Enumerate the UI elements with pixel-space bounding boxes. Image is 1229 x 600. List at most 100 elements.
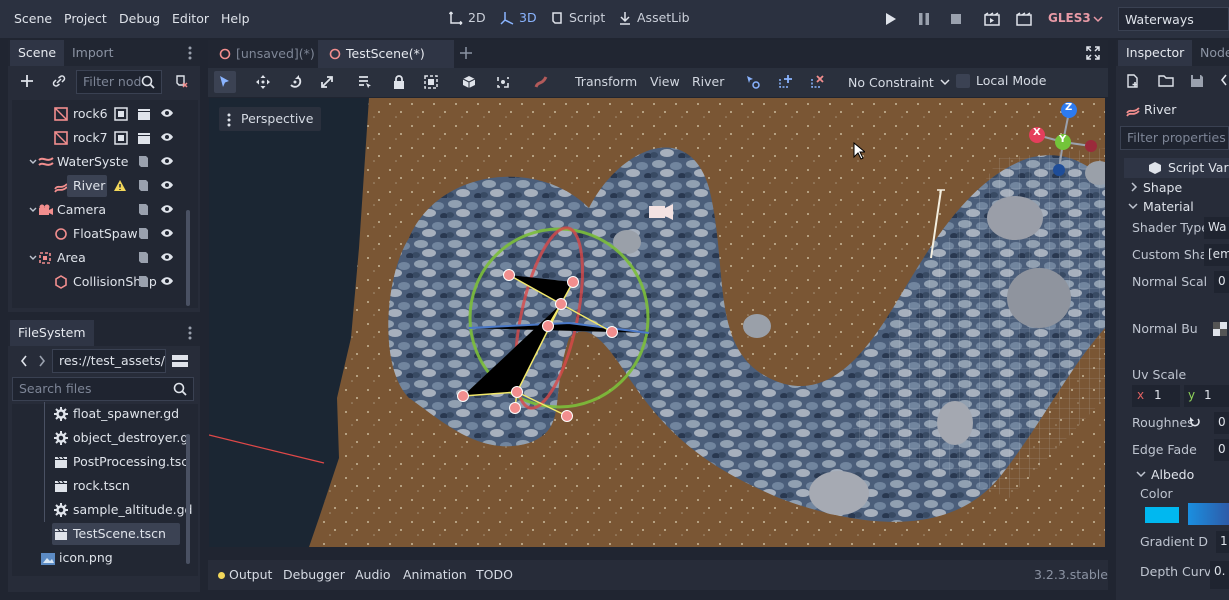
curve-point-handle[interactable] [457, 390, 469, 402]
stop-icon[interactable] [950, 12, 962, 26]
curve-point-handle[interactable] [567, 276, 579, 288]
curve-point-handle[interactable] [509, 402, 521, 414]
material-section[interactable]: Material [1143, 199, 1194, 214]
scene-node-collisionshap[interactable]: CollisionShap [12, 270, 184, 294]
script-icon[interactable] [137, 275, 149, 289]
curve-point-handle[interactable] [542, 320, 554, 332]
menu-project[interactable]: Project [64, 11, 107, 26]
rotate-mode-button[interactable] [284, 71, 306, 93]
visibility-eye-icon[interactable] [160, 204, 174, 214]
normal-scale-value[interactable]: 0 [1214, 271, 1229, 293]
chevron-left-icon[interactable] [1220, 74, 1228, 86]
group-button[interactable] [420, 71, 442, 93]
scene-node-river[interactable]: River [12, 174, 184, 198]
curve-point-handle[interactable] [503, 269, 515, 281]
scene-tree-scrollbar[interactable] [186, 210, 190, 306]
more-vertical-icon[interactable] [188, 326, 192, 340]
curve-point-handle[interactable] [561, 410, 573, 422]
add-tab-icon[interactable] [459, 46, 473, 60]
tab-todo[interactable]: TODO [476, 567, 513, 582]
back-icon[interactable] [20, 355, 28, 367]
play-custom-scene-icon[interactable] [1016, 12, 1032, 26]
reset-icon[interactable] [1189, 416, 1201, 428]
visibility-eye-icon[interactable] [160, 228, 174, 238]
local-mode-checkbox[interactable]: Local Mode [956, 73, 1046, 88]
workspace-2d-button[interactable]: 2D [449, 10, 486, 25]
save-icon[interactable] [1190, 74, 1204, 88]
file-item[interactable]: PostProcessing.tsc [12, 450, 188, 474]
workspace-script-button[interactable]: Script [550, 10, 605, 25]
visibility-eye-icon[interactable] [160, 156, 174, 166]
custom-shader-value[interactable]: [em [1204, 244, 1229, 266]
scene-node-rock6[interactable]: rock6 [12, 102, 184, 126]
workspace-3d-button[interactable]: 3D [500, 10, 537, 25]
scene-node-camera[interactable]: Camera [12, 198, 184, 222]
chevron-down-icon[interactable] [29, 159, 37, 165]
local-space-button[interactable] [458, 71, 480, 93]
visibility-eye-icon[interactable] [160, 132, 174, 142]
perspective-menu[interactable]: Perspective [219, 107, 322, 131]
attach-script-button[interactable] [170, 70, 192, 92]
snap-button[interactable] [492, 71, 514, 93]
menu-scene[interactable]: Scene [14, 11, 52, 26]
scene-tab-unsaved[interactable]: [unsaved](*) [208, 40, 325, 68]
roughness-value[interactable]: 0 [1214, 412, 1229, 434]
uv-scale-y-field[interactable]: y 1 [1184, 385, 1229, 407]
visibility-eye-icon[interactable] [160, 276, 174, 286]
lock-button[interactable] [388, 71, 410, 93]
shape-section[interactable]: Shape [1143, 180, 1182, 195]
renderer-label[interactable]: GLES3 [1048, 11, 1091, 25]
tab-filesystem[interactable]: FileSystem [10, 320, 94, 346]
new-resource-icon[interactable] [1126, 74, 1140, 88]
environment-field[interactable]: Waterways [1118, 7, 1229, 31]
add-point-button[interactable] [774, 71, 796, 93]
more-vertical-icon[interactable] [188, 46, 192, 60]
curve-point-handle[interactable] [555, 298, 567, 310]
editable-children-icon[interactable] [114, 107, 128, 121]
menu-debug[interactable]: Debug [119, 11, 160, 26]
list-view-icon[interactable] [172, 354, 188, 368]
scene-node-floatspaw[interactable]: FloatSpaw [12, 222, 184, 246]
move-mode-button[interactable] [252, 71, 274, 93]
tab-audio[interactable]: Audio [355, 567, 391, 582]
file-list-scrollbar[interactable] [186, 434, 190, 564]
menu-help[interactable]: Help [221, 11, 250, 26]
scale-mode-button[interactable] [316, 71, 338, 93]
path-field[interactable]: res://test_assets/ [52, 349, 166, 373]
search-files-input[interactable]: Search files [12, 377, 194, 401]
script-icon[interactable] [137, 251, 149, 265]
file-item[interactable]: rock.tscn [12, 474, 184, 498]
file-item[interactable]: float_spawner.gd [12, 402, 184, 426]
transform-menu[interactable]: Transform [575, 74, 637, 89]
albedo-color-swatch[interactable] [1145, 507, 1179, 523]
texture-checker-icon[interactable] [1213, 322, 1227, 336]
file-item[interactable]: object_destroyer.g [12, 426, 188, 450]
script-icon[interactable] [137, 179, 149, 193]
visibility-eye-icon[interactable] [160, 252, 174, 262]
river-tool-button[interactable] [530, 71, 552, 93]
river-menu[interactable]: River [692, 74, 724, 89]
scene-node-area[interactable]: Area [12, 246, 184, 270]
play-scene-icon[interactable] [984, 12, 1000, 26]
warning-icon[interactable] [113, 179, 127, 192]
forward-icon[interactable] [38, 355, 46, 367]
constraint-dropdown[interactable]: No Constraint [840, 70, 950, 94]
scene-node-rock7[interactable]: rock7 [12, 126, 184, 150]
gradient-depth-value[interactable]: 1 [1216, 531, 1229, 553]
script-variables-section[interactable]: Script Varia [1124, 158, 1229, 178]
albedo-gradient-swatch[interactable] [1188, 503, 1229, 525]
file-item[interactable]: icon.png [12, 546, 184, 570]
tab-node[interactable]: Node [1192, 40, 1229, 66]
filter-properties-input[interactable]: Filter properties [1120, 126, 1229, 150]
tab-inspector[interactable]: Inspector [1118, 40, 1193, 66]
viewport-3d[interactable]: Perspective Z X Y [209, 98, 1105, 547]
remove-point-button[interactable] [806, 71, 828, 93]
script-icon[interactable] [137, 227, 149, 241]
edge-fade-value[interactable]: 0 [1214, 439, 1229, 461]
curve-point-handle[interactable] [606, 326, 618, 338]
axis-gizmo[interactable]: Z X Y [1029, 100, 1099, 180]
visibility-eye-icon[interactable] [160, 180, 174, 190]
clapper-icon[interactable] [137, 131, 151, 145]
editable-children-icon[interactable] [114, 131, 128, 145]
workspace-assetlib-button[interactable]: AssetLib [618, 10, 690, 25]
